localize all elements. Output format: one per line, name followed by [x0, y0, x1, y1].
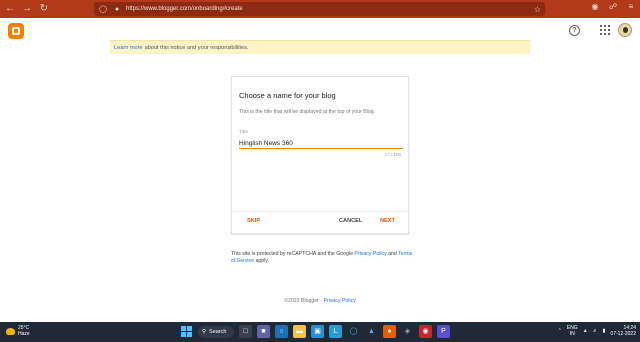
weather-widget[interactable]: 25°C Haze [6, 325, 30, 337]
search-label: Search [209, 328, 227, 335]
shield-icon[interactable]: ◯ [98, 5, 108, 13]
task-view-icon[interactable]: □ [239, 325, 252, 338]
store-icon[interactable]: ▣ [311, 325, 324, 338]
folder-icon[interactable]: ▲ [365, 325, 378, 338]
file-explorer-icon[interactable]: ▬ [293, 325, 306, 338]
forward-icon[interactable]: → [20, 2, 34, 16]
lang-region: IN [569, 331, 575, 337]
pocket-icon[interactable]: ◉ [590, 2, 600, 11]
divider [232, 211, 408, 212]
skip-button[interactable]: SKIP [247, 218, 260, 224]
windows-taskbar: 25°C Haze ⚲ Search □ ■ ○ ▬ ▣ L ◯ ▲ ● ◈ ◉… [0, 322, 640, 342]
edge-icon[interactable]: ○ [275, 325, 288, 338]
extensions-icon[interactable]: ☍ [608, 2, 618, 11]
menu-icon[interactable]: ≡ [626, 2, 636, 11]
app-grey-icon[interactable]: ◈ [401, 325, 414, 338]
clock-date: 07-12-2022 [610, 331, 636, 337]
system-clock[interactable]: 14:24 07-12-2022 [610, 325, 636, 337]
p-app-icon[interactable]: P [437, 325, 450, 338]
address-bar[interactable]: ◯ ● https://www.blogger.com/onboarding#c… [94, 2, 545, 16]
create-blog-dialog: Choose a name for your blog This is the … [231, 76, 409, 234]
notice-banner: Learn more about this notice and your re… [110, 40, 530, 54]
copyright-text: ©2022 Blogger - [284, 298, 324, 304]
firefox-icon[interactable]: ● [383, 325, 396, 338]
windows-start-icon[interactable] [180, 325, 193, 338]
weather-sun-icon [6, 327, 15, 335]
taskbar-search[interactable]: ⚲ Search [198, 325, 234, 338]
teams-chat-icon[interactable]: ■ [257, 325, 270, 338]
weather-condition: Haze [18, 331, 30, 337]
recaptcha-and: and [386, 251, 399, 257]
cancel-button[interactable]: CANCEL [339, 218, 362, 224]
l-app-icon[interactable]: L [329, 325, 342, 338]
volume-icon[interactable]: ♬ [593, 328, 598, 334]
url-text[interactable]: https://www.blogger.com/onboarding#creat… [126, 6, 243, 12]
wifi-icon[interactable]: ▲ [583, 328, 588, 334]
title-field-label: Title [239, 130, 248, 135]
recaptcha-notice: This site is protected by reCAPTCHA and … [231, 251, 413, 265]
lock-icon[interactable]: ● [112, 6, 122, 13]
tray-chevron-icon[interactable]: ⌃ [558, 328, 562, 334]
browser-toolbar: ← → ↻ ◯ ● https://www.blogger.com/onboar… [0, 0, 640, 18]
char-counter: 17 / 100 [384, 152, 401, 157]
back-icon[interactable]: ← [3, 2, 17, 16]
bookmark-star-icon[interactable]: ☆ [534, 5, 541, 14]
recorder-icon[interactable]: ◉ [419, 325, 432, 338]
blogger-logo-icon[interactable] [8, 23, 24, 39]
apps-grid-icon[interactable] [600, 25, 610, 35]
recaptcha-text: This site is protected by reCAPTCHA and … [231, 251, 355, 257]
alexa-icon[interactable]: ◯ [347, 325, 360, 338]
recaptcha-apply: apply. [254, 258, 269, 264]
search-icon: ⚲ [202, 328, 207, 335]
notice-text: about this notice and your responsibilit… [144, 44, 249, 51]
next-button[interactable]: NEXT [380, 218, 395, 224]
reload-icon[interactable]: ↻ [37, 2, 51, 16]
privacy-policy-link[interactable]: Privacy Policy [354, 251, 386, 257]
avatar[interactable] [618, 23, 632, 37]
learn-more-link[interactable]: Learn more [114, 45, 143, 51]
footer-privacy-link[interactable]: Privacy Policy [324, 298, 356, 304]
page-footer: ©2022 Blogger - Privacy Policy [0, 298, 640, 304]
battery-icon[interactable]: ▮ [603, 328, 606, 334]
language-indicator[interactable]: ENG IN [567, 325, 578, 337]
dialog-subtitle: This is the title that will be displayed… [239, 109, 376, 115]
blog-title-input[interactable] [239, 139, 403, 149]
dialog-title: Choose a name for your blog [239, 91, 336, 100]
help-icon[interactable]: ? [569, 25, 580, 36]
